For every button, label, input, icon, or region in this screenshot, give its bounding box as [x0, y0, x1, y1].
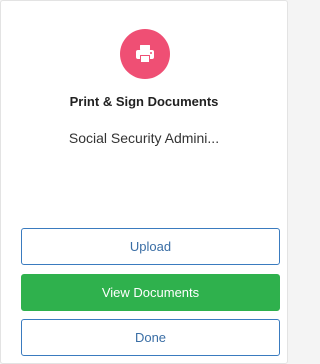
printer-icon-badge — [120, 29, 170, 79]
done-button[interactable]: Done — [21, 319, 280, 356]
upload-button[interactable]: Upload — [21, 228, 280, 265]
card-title: Print & Sign Documents — [69, 94, 219, 109]
view-documents-button[interactable]: View Documents — [21, 274, 280, 311]
document-card: Print & Sign Documents Social Security A… — [0, 0, 288, 364]
card-subtitle: Social Security Admini... — [68, 130, 220, 146]
printer-icon — [136, 45, 154, 63]
